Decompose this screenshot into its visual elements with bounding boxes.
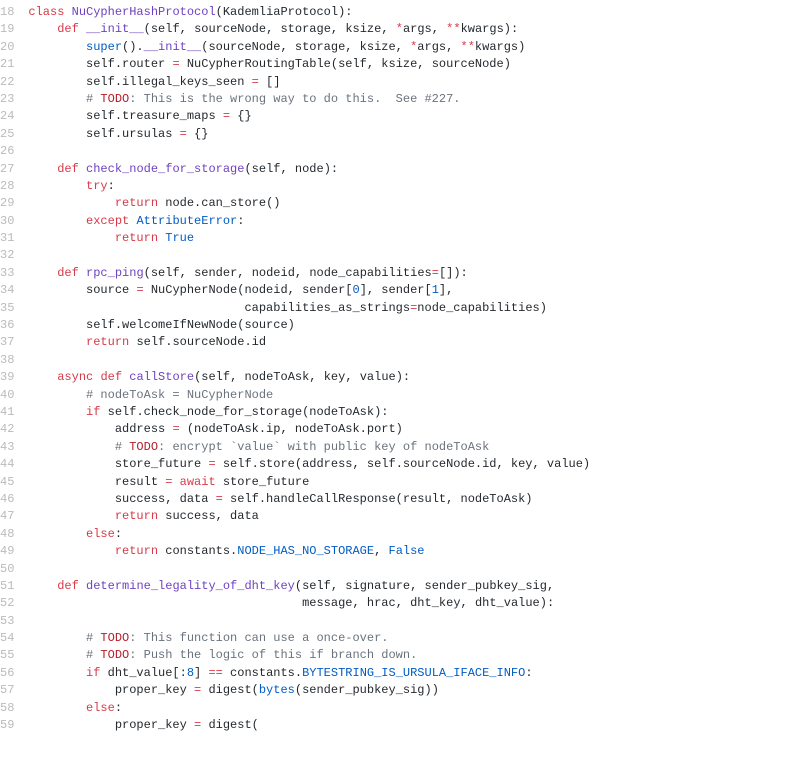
code-line[interactable]: return self.sourceNode.id	[28, 334, 800, 351]
line-number: 36	[0, 317, 20, 334]
line-number: 44	[0, 456, 20, 473]
code-content[interactable]: class NuCypherHashProtocol(KademliaProto…	[28, 0, 800, 738]
line-number: 38	[0, 352, 20, 369]
code-line[interactable]: else:	[28, 526, 800, 543]
line-number: 29	[0, 195, 20, 212]
code-line[interactable]	[28, 247, 800, 264]
code-line[interactable]: self.treasure_maps = {}	[28, 108, 800, 125]
line-number: 20	[0, 39, 20, 56]
code-line[interactable]: self.router = NuCypherRoutingTable(self,…	[28, 56, 800, 73]
line-number: 31	[0, 230, 20, 247]
line-number: 28	[0, 178, 20, 195]
line-number: 19	[0, 21, 20, 38]
line-number: 33	[0, 265, 20, 282]
line-number: 41	[0, 404, 20, 421]
line-number: 37	[0, 334, 20, 351]
code-line[interactable]: except AttributeError:	[28, 213, 800, 230]
code-line[interactable]: proper_key = digest(bytes(sender_pubkey_…	[28, 682, 800, 699]
code-line[interactable]: result = await store_future	[28, 474, 800, 491]
line-number: 51	[0, 578, 20, 595]
code-line[interactable]: if dht_value[:8] == constants.BYTESTRING…	[28, 665, 800, 682]
code-line[interactable]: address = (nodeToAsk.ip, nodeToAsk.port)	[28, 421, 800, 438]
line-number: 30	[0, 213, 20, 230]
code-line[interactable]: try:	[28, 178, 800, 195]
code-line[interactable]: proper_key = digest(	[28, 717, 800, 734]
line-number: 58	[0, 700, 20, 717]
code-line[interactable]: def determine_legality_of_dht_key(self, …	[28, 578, 800, 595]
code-viewer: 1819202122232425262728293031323334353637…	[0, 0, 800, 738]
code-line[interactable]: source = NuCypherNode(nodeid, sender[0],…	[28, 282, 800, 299]
line-number: 56	[0, 665, 20, 682]
code-line[interactable]: if self.check_node_for_storage(nodeToAsk…	[28, 404, 800, 421]
line-number: 43	[0, 439, 20, 456]
code-line[interactable]: else:	[28, 700, 800, 717]
code-line[interactable]: capabilities_as_strings=node_capabilitie…	[28, 300, 800, 317]
line-number: 26	[0, 143, 20, 160]
code-line[interactable]: # nodeToAsk = NuCypherNode	[28, 387, 800, 404]
code-line[interactable]: # TODO: This function can use a once-ove…	[28, 630, 800, 647]
line-number: 25	[0, 126, 20, 143]
code-line[interactable]: return constants.NODE_HAS_NO_STORAGE, Fa…	[28, 543, 800, 560]
line-number: 45	[0, 474, 20, 491]
line-number: 49	[0, 543, 20, 560]
code-line[interactable]: return success, data	[28, 508, 800, 525]
line-number: 59	[0, 717, 20, 734]
code-line[interactable]	[28, 561, 800, 578]
code-line[interactable]: store_future = self.store(address, self.…	[28, 456, 800, 473]
line-number: 32	[0, 247, 20, 264]
line-number: 52	[0, 595, 20, 612]
code-line[interactable]: # TODO: This is the wrong way to do this…	[28, 91, 800, 108]
code-line[interactable]: self.illegal_keys_seen = []	[28, 74, 800, 91]
line-number: 18	[0, 4, 20, 21]
line-number: 34	[0, 282, 20, 299]
line-number: 22	[0, 74, 20, 91]
line-number: 24	[0, 108, 20, 125]
line-number: 55	[0, 647, 20, 664]
code-line[interactable]	[28, 143, 800, 160]
line-number: 57	[0, 682, 20, 699]
code-line[interactable]: success, data = self.handleCallResponse(…	[28, 491, 800, 508]
code-line[interactable]: return True	[28, 230, 800, 247]
code-line[interactable]: self.welcomeIfNewNode(source)	[28, 317, 800, 334]
line-number: 54	[0, 630, 20, 647]
line-number-gutter: 1819202122232425262728293031323334353637…	[0, 0, 28, 738]
line-number: 53	[0, 613, 20, 630]
code-line[interactable]: def check_node_for_storage(self, node):	[28, 161, 800, 178]
line-number: 46	[0, 491, 20, 508]
code-line[interactable]: self.ursulas = {}	[28, 126, 800, 143]
line-number: 47	[0, 508, 20, 525]
line-number: 48	[0, 526, 20, 543]
code-line[interactable]: class NuCypherHashProtocol(KademliaProto…	[28, 4, 800, 21]
code-line[interactable]	[28, 613, 800, 630]
code-line[interactable]: super().__init__(sourceNode, storage, ks…	[28, 39, 800, 56]
code-line[interactable]: # TODO: encrypt `value` with public key …	[28, 439, 800, 456]
code-line[interactable]: def rpc_ping(self, sender, nodeid, node_…	[28, 265, 800, 282]
line-number: 35	[0, 300, 20, 317]
line-number: 21	[0, 56, 20, 73]
line-number: 42	[0, 421, 20, 438]
line-number: 23	[0, 91, 20, 108]
line-number: 27	[0, 161, 20, 178]
line-number: 39	[0, 369, 20, 386]
line-number: 40	[0, 387, 20, 404]
code-line[interactable]: async def callStore(self, nodeToAsk, key…	[28, 369, 800, 386]
code-line[interactable]: return node.can_store()	[28, 195, 800, 212]
code-line[interactable]: message, hrac, dht_key, dht_value):	[28, 595, 800, 612]
code-line[interactable]	[28, 352, 800, 369]
code-line[interactable]: # TODO: Push the logic of this if branch…	[28, 647, 800, 664]
line-number: 50	[0, 561, 20, 578]
code-line[interactable]: def __init__(self, sourceNode, storage, …	[28, 21, 800, 38]
